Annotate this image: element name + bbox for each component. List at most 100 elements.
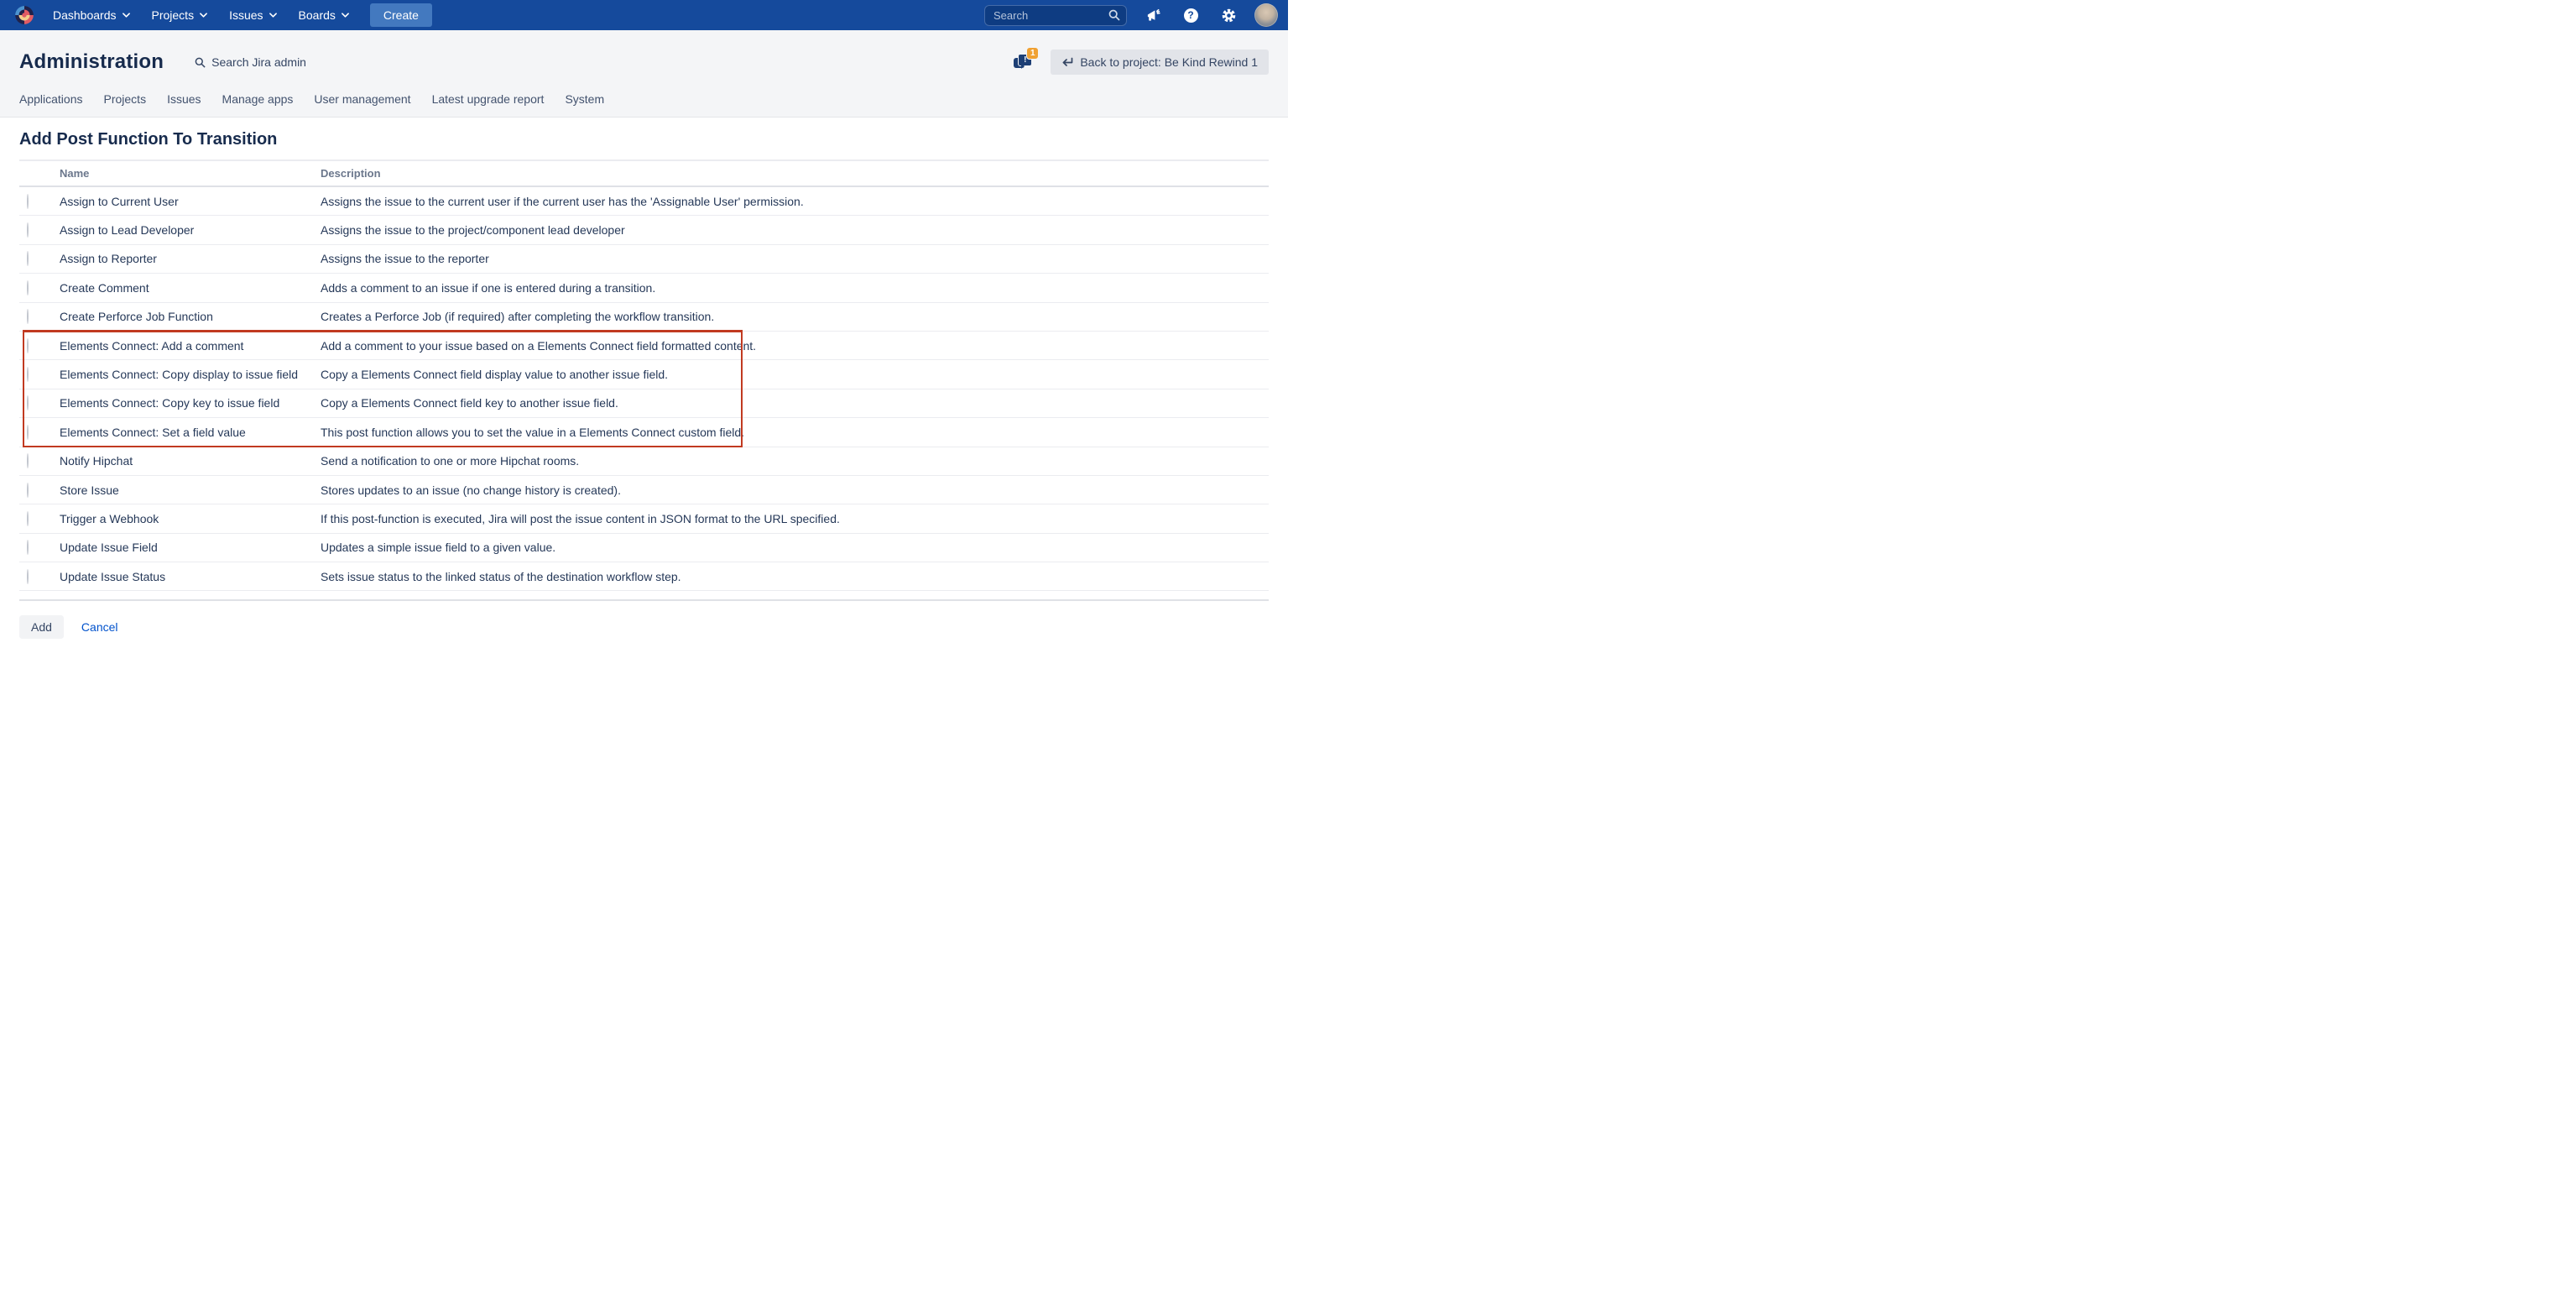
chevron-down-icon bbox=[269, 13, 277, 18]
post-function-name: Assign to Lead Developer bbox=[60, 223, 321, 237]
radio-cell bbox=[19, 310, 60, 323]
radio-cell bbox=[19, 541, 60, 554]
post-function-radio[interactable] bbox=[27, 194, 29, 209]
post-function-description: Assigns the issue to the reporter bbox=[321, 252, 1269, 265]
radio-cell bbox=[19, 223, 60, 237]
tab-user-management[interactable]: User management bbox=[314, 92, 410, 106]
post-function-name: Update Issue Status bbox=[60, 570, 321, 583]
post-function-name: Notify Hipchat bbox=[60, 454, 321, 468]
user-avatar[interactable] bbox=[1254, 3, 1278, 27]
table-row: Trigger a WebhookIf this post-function i… bbox=[19, 504, 1269, 533]
description-column-header: Description bbox=[321, 167, 1269, 180]
table-row: Update Issue FieldUpdates a simple issue… bbox=[19, 534, 1269, 562]
nav-menu-label: Boards bbox=[299, 8, 336, 22]
radio-cell bbox=[19, 426, 60, 439]
radio-cell bbox=[19, 339, 60, 353]
post-function-radio[interactable] bbox=[27, 309, 29, 324]
app-root: Dashboards Projects Issues Boards Create bbox=[0, 0, 1288, 639]
post-function-radio[interactable] bbox=[27, 511, 29, 526]
table-body: Assign to Current UserAssigns the issue … bbox=[19, 187, 1269, 591]
post-function-radio[interactable] bbox=[27, 222, 29, 238]
create-button[interactable]: Create bbox=[370, 3, 432, 27]
table-row: Elements Connect: Set a field valueThis … bbox=[19, 418, 1269, 447]
chevron-down-icon bbox=[123, 13, 130, 18]
post-function-name: Elements Connect: Copy display to issue … bbox=[60, 368, 321, 381]
cancel-link[interactable]: Cancel bbox=[81, 620, 118, 634]
question-mark-glyph: ? bbox=[1184, 8, 1198, 23]
radio-cell bbox=[19, 281, 60, 295]
post-function-name: Elements Connect: Add a comment bbox=[60, 339, 321, 353]
feedback-icon[interactable]: ! 1 bbox=[1014, 50, 1039, 74]
post-function-description: Sets issue status to the linked status o… bbox=[321, 570, 1269, 583]
nav-menu-dashboards[interactable]: Dashboards bbox=[42, 0, 141, 30]
radio-cell bbox=[19, 195, 60, 208]
post-function-name: Assign to Current User bbox=[60, 195, 321, 208]
jira-logo-icon[interactable] bbox=[13, 4, 35, 26]
admin-search-label: Search Jira admin bbox=[211, 55, 306, 69]
nav-menu-label: Dashboards bbox=[53, 8, 117, 22]
nav-search-input[interactable] bbox=[984, 5, 1127, 26]
post-function-description: This post function allows you to set the… bbox=[321, 426, 1269, 439]
post-function-description: Copy a Elements Connect field key to ano… bbox=[321, 396, 1269, 410]
post-function-name: Elements Connect: Set a field value bbox=[60, 426, 321, 439]
navbar-right: ? bbox=[984, 3, 1278, 27]
table-row: Update Issue StatusSets issue status to … bbox=[19, 562, 1269, 591]
post-function-description: Adds a comment to an issue if one is ent… bbox=[321, 281, 1269, 295]
post-function-description: Stores updates to an issue (no change hi… bbox=[321, 483, 1269, 497]
post-function-radio[interactable] bbox=[27, 540, 29, 555]
nav-menu-projects[interactable]: Projects bbox=[141, 0, 219, 30]
post-function-radio[interactable] bbox=[27, 425, 29, 440]
post-function-description: Assigns the issue to the current user if… bbox=[321, 195, 1269, 208]
post-function-radio[interactable] bbox=[27, 338, 29, 353]
tab-projects[interactable]: Projects bbox=[104, 92, 147, 106]
post-function-description: Copy a Elements Connect field display va… bbox=[321, 368, 1269, 381]
nav-menu-boards[interactable]: Boards bbox=[288, 0, 360, 30]
top-navbar: Dashboards Projects Issues Boards Create bbox=[0, 0, 1288, 30]
form-footer: Add Cancel bbox=[19, 615, 1269, 639]
tab-system[interactable]: System bbox=[565, 92, 604, 106]
post-function-radio[interactable] bbox=[27, 395, 29, 410]
admin-header: Administration Search Jira admin ! 1 bbox=[0, 30, 1288, 118]
back-to-project-button[interactable]: Back to project: Be Kind Rewind 1 bbox=[1051, 50, 1269, 75]
table-row: Assign to Lead DeveloperAssigns the issu… bbox=[19, 216, 1269, 244]
post-function-name: Assign to Reporter bbox=[60, 252, 321, 265]
nav-menu-issues[interactable]: Issues bbox=[218, 0, 287, 30]
tab-latest-upgrade-report[interactable]: Latest upgrade report bbox=[432, 92, 545, 106]
post-function-radio[interactable] bbox=[27, 483, 29, 498]
settings-gear-icon[interactable] bbox=[1217, 3, 1240, 27]
tab-applications[interactable]: Applications bbox=[19, 92, 83, 106]
tab-issues[interactable]: Issues bbox=[167, 92, 201, 106]
announcements-icon[interactable] bbox=[1141, 3, 1165, 27]
tab-manage-apps[interactable]: Manage apps bbox=[222, 92, 294, 106]
post-functions-table: Name Description Assign to Current UserA… bbox=[19, 161, 1269, 591]
post-function-name: Elements Connect: Copy key to issue fiel… bbox=[60, 396, 321, 410]
back-arrow-icon bbox=[1061, 57, 1073, 67]
table-row: Store IssueStores updates to an issue (n… bbox=[19, 476, 1269, 504]
help-icon[interactable]: ? bbox=[1179, 3, 1202, 27]
post-function-description: Assigns the issue to the project/compone… bbox=[321, 223, 1269, 237]
table-bottom-divider bbox=[19, 591, 1269, 601]
radio-cell bbox=[19, 570, 60, 583]
add-button[interactable]: Add bbox=[19, 615, 64, 639]
search-icon[interactable] bbox=[1108, 9, 1120, 25]
post-function-radio[interactable] bbox=[27, 569, 29, 584]
radio-cell bbox=[19, 483, 60, 497]
post-function-radio[interactable] bbox=[27, 280, 29, 295]
chevron-down-icon bbox=[200, 13, 207, 18]
admin-header-right: ! 1 Back to project: Be Kind Rewind 1 bbox=[1014, 50, 1269, 75]
post-function-name: Create Comment bbox=[60, 281, 321, 295]
table-row: Create Perforce Job FunctionCreates a Pe… bbox=[19, 303, 1269, 332]
nav-menu-label: Projects bbox=[152, 8, 195, 22]
name-column-header: Name bbox=[60, 167, 321, 180]
table-row: Elements Connect: Copy key to issue fiel… bbox=[19, 389, 1269, 418]
table-row: Elements Connect: Add a commentAdd a com… bbox=[19, 332, 1269, 360]
main-content: Add Post Function To Transition Name Des… bbox=[0, 118, 1288, 639]
post-function-radio[interactable] bbox=[27, 453, 29, 468]
post-function-name: Store Issue bbox=[60, 483, 321, 497]
radio-cell bbox=[19, 512, 60, 525]
nav-menu-label: Issues bbox=[229, 8, 263, 22]
post-function-radio[interactable] bbox=[27, 251, 29, 266]
post-function-radio[interactable] bbox=[27, 367, 29, 382]
post-function-description: Updates a simple issue field to a given … bbox=[321, 541, 1269, 554]
admin-search[interactable]: Search Jira admin bbox=[195, 55, 306, 69]
